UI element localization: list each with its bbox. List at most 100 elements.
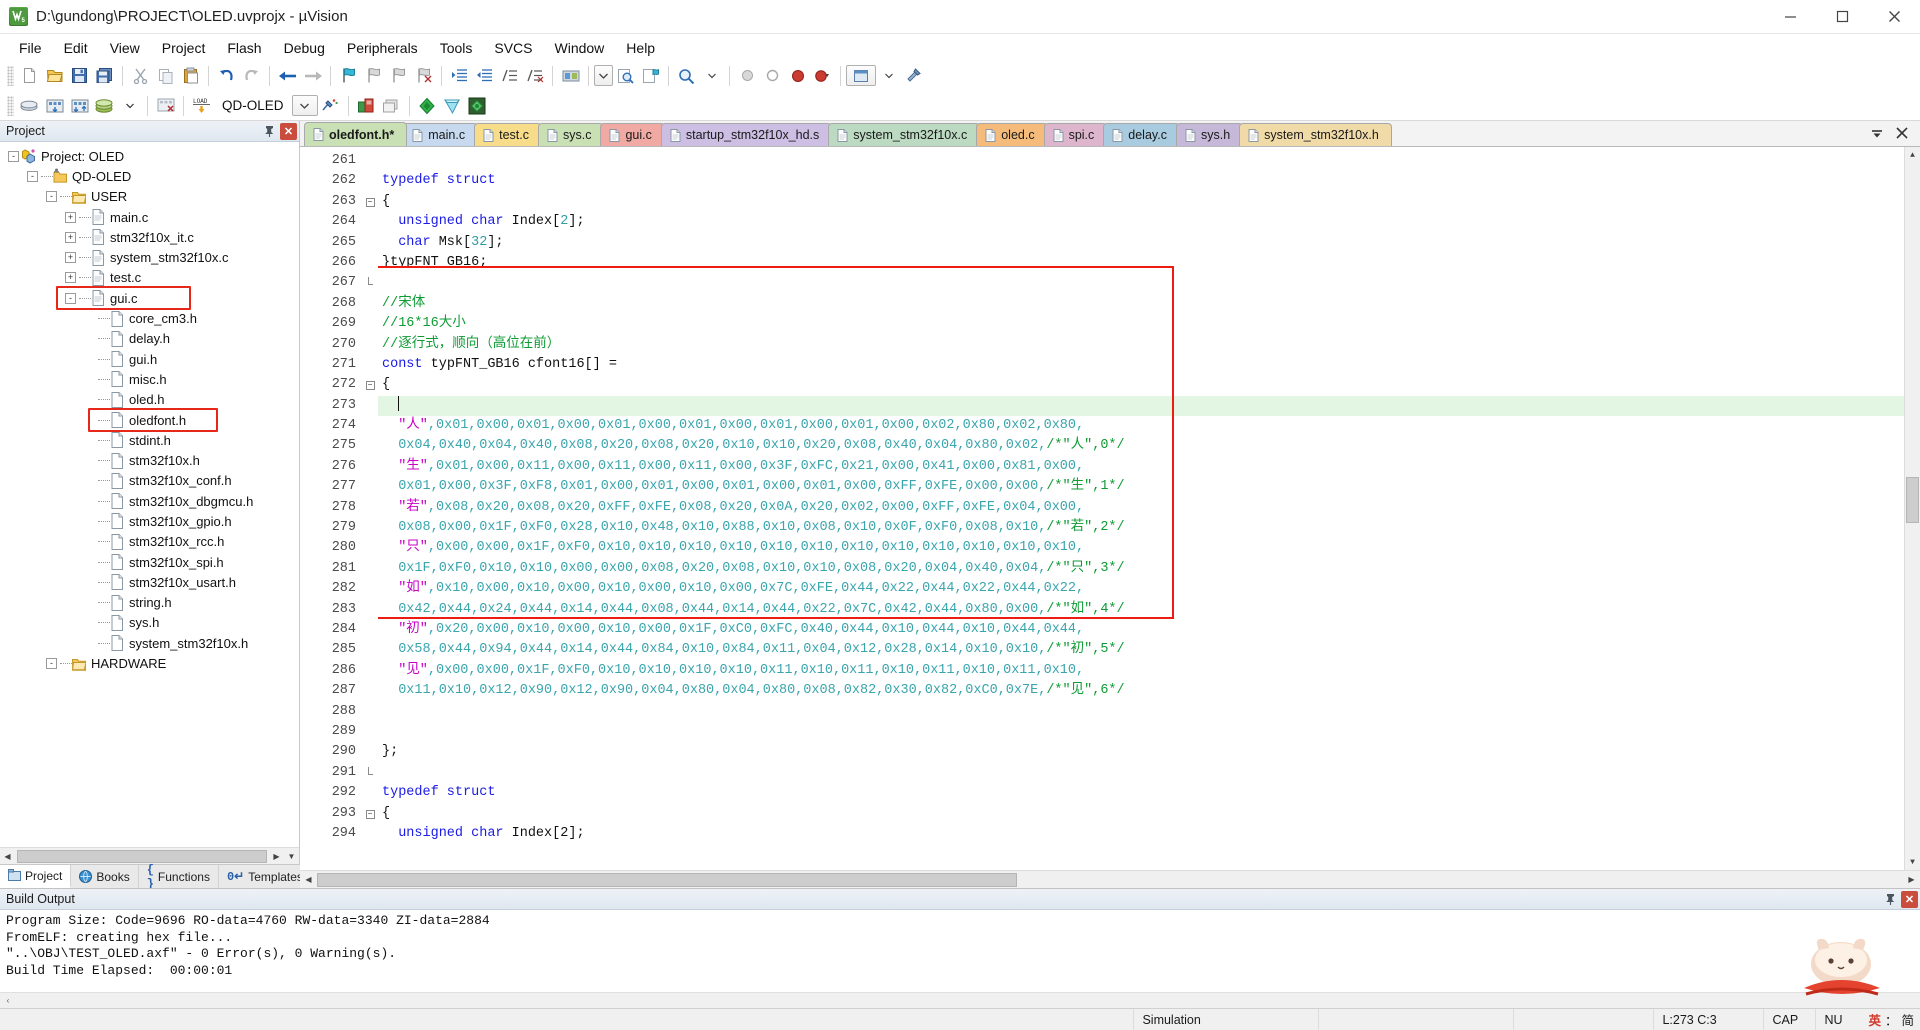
vscroll-down-arrow[interactable]: ▼: [1905, 854, 1920, 870]
code-line[interactable]: 0x58,0x44,0x94,0x44,0x14,0x44,0x84,0x10,…: [378, 640, 1904, 660]
open-file-icon[interactable]: [42, 64, 67, 88]
fold-collapse-icon[interactable]: −: [362, 804, 378, 824]
menu-peripherals[interactable]: Peripherals: [336, 37, 429, 59]
code-line[interactable]: typedef struct: [378, 171, 1904, 191]
tree-item-qd-oled[interactable]: - QD-OLED: [0, 166, 299, 186]
tree-item-main-c[interactable]: + main.c: [0, 207, 299, 227]
pack-installer-icon[interactable]: [465, 94, 490, 118]
tree-item-user[interactable]: - USER: [0, 187, 299, 207]
editor-tab-system-stm32f10x-h[interactable]: system_stm32f10x.h: [1239, 123, 1392, 146]
tree-item-test-c[interactable]: + test.c: [0, 268, 299, 288]
download-to-flash-icon[interactable]: LOAD: [189, 94, 214, 118]
code-line[interactable]: {: [378, 804, 1904, 824]
code-line[interactable]: 0x04,0x40,0x04,0x40,0x08,0x20,0x08,0x20,…: [378, 436, 1904, 456]
toolbar-grip[interactable]: [7, 65, 14, 86]
code-line[interactable]: 0x08,0x00,0x1F,0xF0,0x28,0x10,0x48,0x10,…: [378, 518, 1904, 538]
configuration-wizard-icon[interactable]: [901, 64, 926, 88]
code-line[interactable]: //逐行式，顺向（高位在前）: [378, 335, 1904, 355]
code-line[interactable]: 0x1F,0xF0,0x10,0x10,0x00,0x00,0x08,0x20,…: [378, 559, 1904, 579]
tree-item-stm32f10x-usart-h[interactable]: stm32f10x_usart.h: [0, 572, 299, 592]
bookmark-next-icon[interactable]: [386, 64, 411, 88]
collapse-toggle-icon[interactable]: -: [27, 170, 38, 182]
tab-project[interactable]: Project: [0, 865, 72, 888]
bookmark-prev-icon[interactable]: [361, 64, 386, 88]
menu-file[interactable]: File: [8, 37, 53, 59]
code-line[interactable]: "如",0x10,0x00,0x10,0x00,0x10,0x00,0x10,0…: [378, 579, 1904, 599]
tree-item-stm32f10x-h[interactable]: stm32f10x.h: [0, 450, 299, 470]
code-line[interactable]: "只",0x00,0x00,0x1F,0xF0,0x10,0x10,0x10,0…: [378, 538, 1904, 558]
code-line[interactable]: char Msk[32];: [378, 233, 1904, 253]
tab-books[interactable]: Books: [71, 865, 139, 888]
tab-templates[interactable]: 0↵ Templates: [218, 865, 312, 888]
editor-scroll-left-arrow[interactable]: ◀: [300, 872, 317, 888]
code-line[interactable]: const typFNT_GB16 cfont16[] =: [378, 355, 1904, 375]
tree-item-delay-h[interactable]: delay.h: [0, 329, 299, 349]
uncomment-lines-icon[interactable]: [522, 64, 547, 88]
editor-hscroll-thumb[interactable]: [317, 872, 1017, 887]
tree-item-oled-h[interactable]: oled.h: [0, 390, 299, 410]
code-line[interactable]: [378, 763, 1904, 783]
build-target-combo[interactable]: [594, 65, 613, 86]
fold-collapse-icon[interactable]: −: [362, 375, 378, 395]
close-button[interactable]: [1868, 0, 1920, 34]
build-target-icon[interactable]: [42, 94, 67, 118]
batch-build-icon[interactable]: [92, 94, 117, 118]
tree-item-string-h[interactable]: string.h: [0, 593, 299, 613]
navigate-forward-icon[interactable]: [300, 64, 325, 88]
tree-item-oledfont-h[interactable]: oledfont.h: [0, 410, 299, 430]
tree-item-misc-h[interactable]: misc.h: [0, 369, 299, 389]
code-line[interactable]: 0x42,0x44,0x24,0x44,0x14,0x44,0x08,0x44,…: [378, 600, 1904, 620]
indent-decrease-icon[interactable]: [472, 64, 497, 88]
code-line[interactable]: "初",0x20,0x00,0x10,0x00,0x10,0x00,0x1F,0…: [378, 620, 1904, 640]
tab-functions[interactable]: { } Functions: [138, 863, 219, 891]
comment-lines-icon[interactable]: [497, 64, 522, 88]
batch-build-dropdown-icon[interactable]: [117, 94, 142, 118]
fold-column[interactable]: − − −: [362, 147, 378, 870]
build-toolbar-grip[interactable]: [7, 95, 14, 116]
scroll-right-arrow[interactable]: ▶: [269, 848, 284, 864]
editor-vscrollbar[interactable]: ▲ ▼: [1904, 147, 1920, 870]
layout-dropdown-arrow-icon[interactable]: [876, 64, 901, 88]
menu-flash[interactable]: Flash: [216, 37, 272, 59]
undo-icon[interactable]: [214, 64, 239, 88]
editor-scroll-right-arrow[interactable]: ▶: [1903, 872, 1920, 888]
manage-components-icon[interactable]: [318, 94, 343, 118]
stop-build-icon[interactable]: [153, 94, 178, 118]
close-icon[interactable]: ✕: [280, 122, 297, 140]
breakpoint-outline-icon[interactable]: [760, 64, 785, 88]
code-line[interactable]: {: [378, 375, 1904, 395]
tree-item-core-cm3-h[interactable]: core_cm3.h: [0, 308, 299, 328]
hscroll-thumb[interactable]: [17, 849, 267, 863]
new-file-icon[interactable]: [17, 64, 42, 88]
collapse-toggle-icon[interactable]: -: [65, 292, 76, 304]
tree-item-stm32f10x-gpio-h[interactable]: stm32f10x_gpio.h: [0, 511, 299, 531]
tree-item-sys-h[interactable]: sys.h: [0, 613, 299, 633]
code-line[interactable]: };: [378, 742, 1904, 762]
menu-edit[interactable]: Edit: [53, 37, 99, 59]
tab-close-icon[interactable]: [1896, 127, 1908, 142]
code-line[interactable]: 0x01,0x00,0x3F,0xF8,0x01,0x00,0x01,0x00,…: [378, 477, 1904, 497]
editor-hscrollbar[interactable]: ◀ ▶: [300, 870, 1920, 888]
menu-svcs[interactable]: SVCS: [483, 37, 543, 59]
minimize-button[interactable]: [1764, 0, 1816, 34]
expand-toggle-icon[interactable]: +: [65, 211, 76, 223]
scroll-left-arrow[interactable]: ◀: [0, 848, 15, 864]
vscroll-up-arrow[interactable]: ▲: [1905, 147, 1920, 163]
tree-item-gui-c[interactable]: - gui.c: [0, 288, 299, 308]
tab-list-icon[interactable]: [1870, 127, 1884, 142]
collapse-toggle-icon[interactable]: -: [46, 191, 57, 203]
collapse-toggle-icon[interactable]: -: [8, 150, 19, 162]
editor-tab-test-c[interactable]: test.c: [474, 123, 542, 146]
translate-file-icon[interactable]: [17, 94, 42, 118]
code-line[interactable]: unsigned char Index[2];: [378, 824, 1904, 844]
code-line[interactable]: [378, 273, 1904, 293]
menu-debug[interactable]: Debug: [273, 37, 336, 59]
save-icon[interactable]: [67, 64, 92, 88]
editor-tab-main-c[interactable]: main.c: [403, 123, 479, 146]
tree-item-stm32f10x-spi-h[interactable]: stm32f10x_spi.h: [0, 552, 299, 572]
build-icon[interactable]: [558, 64, 583, 88]
breakpoint-red-icon[interactable]: [785, 64, 810, 88]
menu-view[interactable]: View: [99, 37, 151, 59]
cut-icon[interactable]: [128, 64, 153, 88]
vscroll-thumb[interactable]: [1906, 477, 1919, 523]
